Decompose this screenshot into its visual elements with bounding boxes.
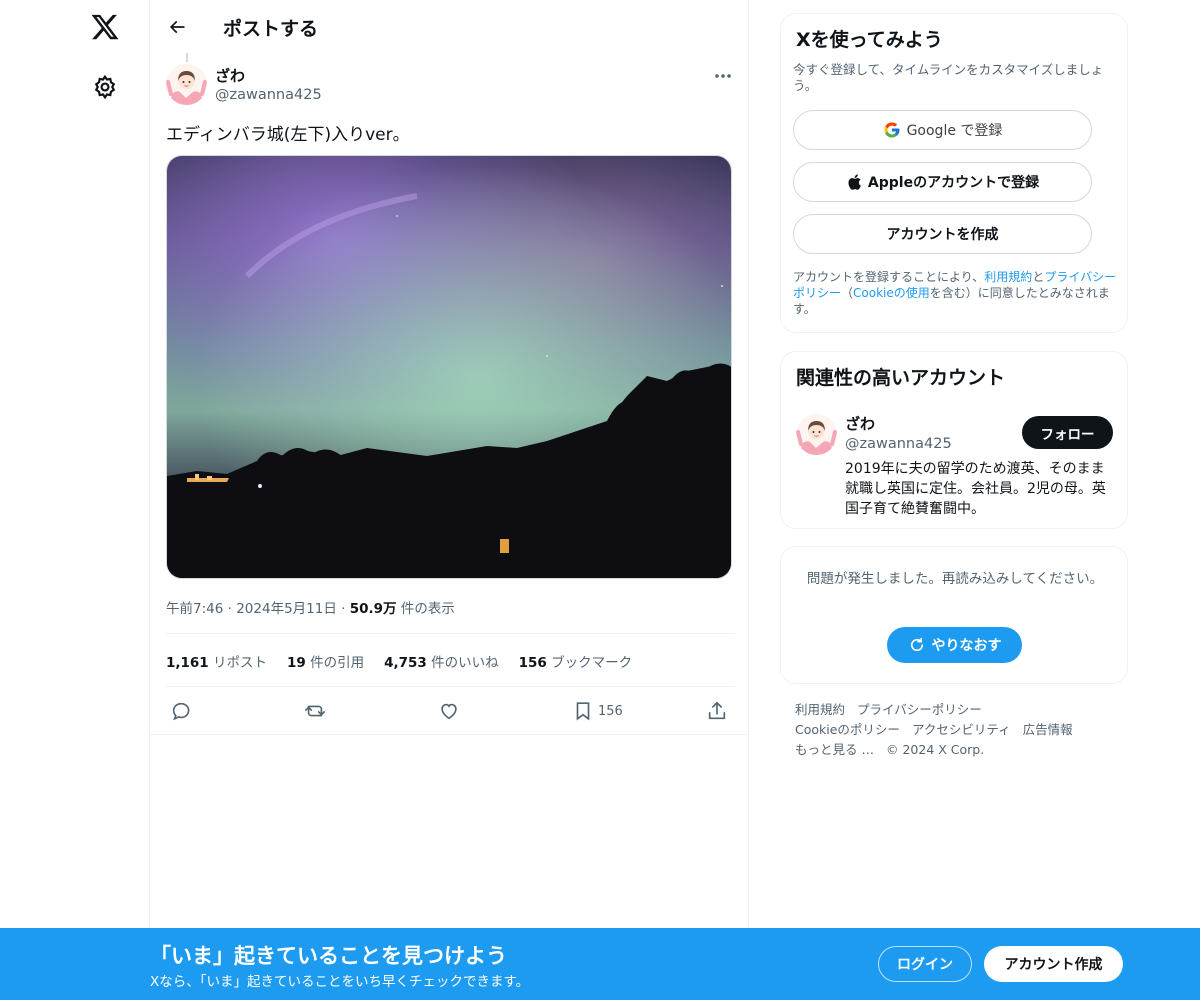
follow-button[interactable]: フォロー [1022, 416, 1113, 449]
reposts-stat[interactable]: 1,161 リポスト [166, 651, 267, 671]
error-card: 問題が発生しました。再読み込みしてください。 やりなおす [780, 546, 1128, 684]
divider [166, 686, 734, 687]
bookmark-action-count: 156 [598, 703, 623, 719]
main-column: ポストする ざわ @zawanna425 エディンバラ城(左下)入りver。 午… [149, 0, 749, 1000]
author-avatar[interactable] [166, 64, 207, 105]
login-banner: 「いま」起きていることを見つけよう Xなら、「いま」起きていることをいち早くチェ… [0, 928, 1200, 1000]
refresh-icon [910, 637, 923, 652]
reply-icon[interactable] [170, 697, 192, 725]
banner-create-account-button[interactable]: アカウント作成 [984, 946, 1123, 982]
signup-subtitle: 今すぐ登録して、タイムラインをカスタマイズしましょう。 [793, 62, 1104, 93]
post-actions: 156 [166, 697, 736, 725]
post-date[interactable]: 2024年5月11日 [236, 601, 337, 617]
error-message: 問題が発生しました。再読み込みしてください。 [806, 571, 1104, 587]
retry-button[interactable]: やりなおす [887, 627, 1022, 663]
signup-card: Xを使ってみよう 今すぐ登録して、タイムラインをカスタマイズしましょう。 Goo… [780, 13, 1128, 333]
footer-accessibility-link[interactable]: アクセシビリティ [912, 722, 1011, 737]
views-label: 件の表示 [400, 601, 455, 617]
bookmarks-count: 156 [518, 655, 547, 671]
reposts-count: 1,161 [166, 655, 209, 671]
footer-more-link[interactable]: もっと見る … [795, 742, 874, 757]
post-meta: 午前7:46 · 2024年5月11日 · 50.9万 件の表示 [166, 597, 455, 617]
post-text: エディンバラ城(左下)入りver。 [166, 125, 410, 145]
share-icon[interactable] [706, 697, 728, 725]
create-account-button[interactable]: アカウントを作成 [793, 214, 1092, 254]
google-signup-label: Google で登録 [906, 123, 1003, 139]
repost-icon[interactable] [303, 697, 327, 725]
related-bio: 2019年に夫の留学のため渡英、そのまま就職し英国に定住。会社員。2児の母。英国… [845, 461, 1106, 517]
related-name[interactable]: ざわ [845, 413, 875, 434]
login-button[interactable]: ログイン [878, 946, 972, 982]
meta-separator: · [341, 601, 350, 617]
bookmark-button[interactable]: 156 [572, 697, 623, 725]
author-name[interactable]: ざわ [215, 65, 245, 86]
related-title: 関連性の高いアカウント [796, 367, 1006, 389]
banner-title: 「いま」起きていることを見つけよう [150, 944, 507, 968]
like-icon[interactable] [438, 697, 460, 725]
apple-signup-label: Appleのアカウントで登録 [867, 175, 1040, 191]
banner-subtitle: Xなら、「いま」起きていることをいち早くチェックできます。 [150, 974, 530, 990]
divider [150, 734, 748, 735]
legal-prefix: アカウントを登録することにより、 [793, 270, 985, 284]
quotes-count: 19 [287, 655, 306, 671]
apple-icon [848, 174, 861, 190]
post-time[interactable]: 午前7:46 [166, 601, 223, 617]
likes-label: 件のいいね [431, 655, 499, 671]
bookmark-icon [576, 702, 590, 721]
footer-copyright: © 2024 X Corp. [885, 742, 985, 757]
footer-ads-link[interactable]: 広告情報 [1023, 722, 1073, 737]
author-handle[interactable]: @zawanna425 [215, 87, 322, 103]
quotes-stat[interactable]: 19 件の引用 [287, 651, 364, 671]
retry-label: やりなおす [931, 638, 1002, 654]
terms-link[interactable]: 利用規約 [984, 270, 1032, 284]
post-stats: 1,161 リポスト 19 件の引用 4,753 件のいいね 156 ブックマー… [166, 651, 632, 671]
legal-mid: （ [841, 286, 854, 300]
page-title: ポストする [223, 18, 319, 40]
post-photo[interactable] [166, 155, 732, 579]
page-header: ポストする [150, 0, 750, 54]
signup-title: Xを使ってみよう [796, 29, 943, 51]
left-nav [0, 0, 150, 1000]
bookmarks-label: ブックマーク [551, 655, 633, 671]
related-accounts-card: 関連性の高いアカウント ざわ @zawanna425 フォロー 2019年に夫の… [780, 351, 1128, 529]
settings-gear-icon[interactable] [92, 74, 118, 100]
x-logo-icon[interactable] [90, 12, 120, 42]
footer-privacy-link[interactable]: プライバシーポリシー [857, 702, 982, 717]
thread-line [186, 53, 188, 62]
signup-legal-text: アカウントを登録することにより、利用規約とプライバシーポリシー（Cookieの使… [793, 269, 1123, 317]
footer-terms-link[interactable]: 利用規約 [795, 702, 845, 717]
create-account-label: アカウントを作成 [886, 227, 999, 243]
footer-links: 利用規約 プライバシーポリシー Cookieのポリシー アクセシビリティ 広告情報 も… [795, 700, 1115, 760]
quotes-label: 件の引用 [310, 655, 365, 671]
reposts-label: リポスト [213, 655, 267, 671]
likes-count: 4,753 [384, 655, 427, 671]
legal-and: と [1032, 270, 1045, 284]
apple-signup-button[interactable]: Appleのアカウントで登録 [793, 162, 1092, 202]
related-avatar[interactable] [796, 414, 837, 455]
related-handle[interactable]: @zawanna425 [845, 436, 952, 452]
footer-cookie-link[interactable]: Cookieのポリシー [795, 722, 900, 737]
likes-stat[interactable]: 4,753 件のいいね [384, 651, 499, 671]
back-arrow-icon[interactable] [162, 13, 192, 41]
more-options-icon[interactable] [710, 66, 736, 86]
bookmarks-stat[interactable]: 156 ブックマーク [519, 651, 632, 671]
meta-separator: · [227, 601, 237, 617]
divider [166, 633, 734, 634]
views-count: 50.9万 [349, 601, 397, 617]
cookie-link[interactable]: Cookieの使用 [853, 286, 930, 300]
google-signup-button[interactable]: Google で登録 [793, 110, 1092, 150]
google-icon [884, 122, 900, 138]
